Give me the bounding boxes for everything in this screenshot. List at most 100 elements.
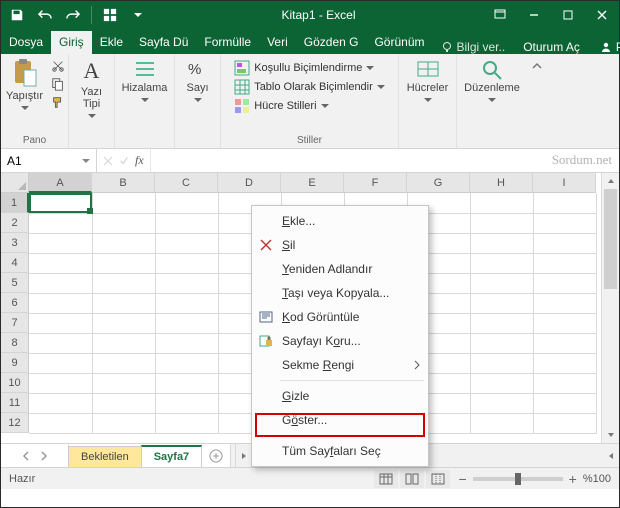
view-page-layout-icon[interactable]: [400, 470, 424, 488]
tab-view[interactable]: Görünüm: [366, 31, 432, 54]
select-all-corner[interactable]: [1, 173, 29, 193]
tab-review[interactable]: Gözden G: [296, 31, 367, 54]
cells-dropdown[interactable]: Hücreler: [404, 58, 452, 104]
tab-home[interactable]: Giriş: [51, 31, 92, 54]
row-header[interactable]: 9: [1, 353, 29, 373]
col-header[interactable]: D: [218, 173, 281, 193]
row-header[interactable]: 7: [1, 313, 29, 333]
sign-in-link[interactable]: Oturum Aç: [513, 40, 590, 54]
styles-group-label: Stiller: [227, 135, 392, 146]
tell-me[interactable]: Bilgi ver..: [433, 40, 514, 54]
minimize-button[interactable]: [517, 1, 551, 29]
tab-formulas[interactable]: Formülle: [196, 31, 259, 54]
format-as-table-button[interactable]: Tablo Olarak Biçimlendir: [234, 79, 385, 95]
save-icon[interactable]: [5, 3, 29, 27]
ctx-select-all-sheets[interactable]: Tüm Sayfaları Seç: [252, 439, 428, 463]
cell-styles-button[interactable]: Hücre Stilleri: [234, 98, 385, 114]
fx-icon[interactable]: fx: [135, 153, 144, 168]
row-header[interactable]: 5: [1, 273, 29, 293]
qat-customize-icon[interactable]: [126, 3, 150, 27]
delete-icon: [258, 237, 274, 253]
ctx-insert[interactable]: Ekle...: [252, 209, 428, 233]
ctx-hide[interactable]: Gizle: [252, 384, 428, 408]
ctx-tab-color[interactable]: Sekme Rengi: [252, 353, 428, 377]
scroll-down-icon[interactable]: [602, 427, 619, 443]
col-header[interactable]: H: [470, 173, 533, 193]
editing-dropdown[interactable]: Düzenleme: [462, 58, 522, 104]
row-header[interactable]: 3: [1, 233, 29, 253]
ctx-move-copy[interactable]: Taşı veya Kopyala...: [252, 281, 428, 305]
tab-insert[interactable]: Ekle: [92, 31, 131, 54]
tab-data[interactable]: Veri: [259, 31, 296, 54]
row-header[interactable]: 11: [1, 393, 29, 413]
paste-button[interactable]: Yapıştır: [4, 58, 46, 112]
view-normal-icon[interactable]: [374, 470, 398, 488]
view-page-break-icon[interactable]: [426, 470, 450, 488]
ribbon: Yapıştır Pano A Yazı Tipi Hizalama: [1, 54, 619, 149]
ribbon-options-icon[interactable]: [483, 1, 517, 29]
formula-input[interactable]: [151, 149, 619, 172]
row-header[interactable]: 8: [1, 333, 29, 353]
redo-button[interactable]: [61, 3, 85, 27]
conditional-format-button[interactable]: Koşullu Biçimlendirme: [234, 60, 385, 76]
ctx-move-copy-label: Taşı veya Kopyala...: [282, 286, 389, 300]
tab-file[interactable]: Dosya: [1, 31, 51, 54]
zoom-in-button[interactable]: +: [569, 471, 577, 487]
sheet-nav[interactable]: [1, 444, 69, 467]
chevron-down-icon: [21, 104, 29, 112]
col-header[interactable]: C: [155, 173, 218, 193]
cancel-formula-icon[interactable]: [103, 156, 113, 166]
undo-button[interactable]: [33, 3, 57, 27]
enter-formula-icon[interactable]: [119, 156, 129, 166]
scroll-right-icon[interactable]: [603, 452, 619, 460]
sheet-context-menu: Ekle... Sil Yeniden Adlandır Taşı veya K…: [251, 205, 429, 467]
col-header[interactable]: G: [407, 173, 470, 193]
row-header[interactable]: 12: [1, 413, 29, 433]
ctx-insert-label: Ekle...: [282, 214, 315, 228]
zoom-out-button[interactable]: −: [458, 471, 466, 487]
copy-icon[interactable]: [50, 76, 66, 92]
row-header[interactable]: 1: [1, 193, 29, 213]
ctx-unhide[interactable]: Göster...: [252, 408, 428, 432]
scroll-thumb[interactable]: [604, 189, 617, 289]
next-sheet-icon[interactable]: [40, 451, 48, 461]
ctx-protect-label: Sayfayı Koru...: [282, 334, 361, 348]
format-painter-icon[interactable]: [50, 94, 66, 110]
row-header[interactable]: 4: [1, 253, 29, 273]
row-header[interactable]: 2: [1, 213, 29, 233]
name-box[interactable]: A1: [1, 149, 97, 172]
chevron-down-icon: [488, 96, 496, 104]
maximize-button[interactable]: [551, 1, 585, 29]
cut-icon[interactable]: [50, 58, 66, 74]
ribbon-collapse-button[interactable]: [527, 54, 547, 148]
col-header[interactable]: B: [92, 173, 155, 193]
share-button[interactable]: Paylaş: [590, 40, 620, 54]
number-dropdown[interactable]: % Sayı: [179, 58, 217, 104]
prev-sheet-icon[interactable]: [22, 451, 30, 461]
row-header[interactable]: 10: [1, 373, 29, 393]
clipboard-group-label: Pano: [7, 135, 62, 146]
scroll-up-icon[interactable]: [602, 173, 619, 189]
row-header[interactable]: 6: [1, 293, 29, 313]
col-header[interactable]: E: [281, 173, 344, 193]
close-button[interactable]: [585, 1, 619, 29]
alignment-dropdown[interactable]: Hizalama: [120, 58, 170, 104]
ctx-delete[interactable]: Sil: [252, 233, 428, 257]
sheet-tab-active[interactable]: Sayfa7: [141, 445, 202, 467]
zoom-slider[interactable]: [473, 477, 563, 481]
col-header[interactable]: I: [533, 173, 596, 193]
ctx-view-code[interactable]: Kod Görüntüle: [252, 305, 428, 329]
ctx-protect-sheet[interactable]: Sayfayı Koru...: [252, 329, 428, 353]
zoom-value[interactable]: %100: [583, 473, 611, 485]
scroll-left-icon[interactable]: [236, 452, 252, 460]
ctx-rename[interactable]: Yeniden Adlandır: [252, 257, 428, 281]
col-header[interactable]: F: [344, 173, 407, 193]
font-dropdown[interactable]: A Yazı Tipi: [73, 58, 111, 120]
vertical-scrollbar[interactable]: [601, 173, 619, 443]
group-editing: Düzenleme: [457, 54, 527, 148]
col-header[interactable]: A: [29, 173, 92, 193]
new-sheet-button[interactable]: [202, 444, 230, 467]
tab-page-layout[interactable]: Sayfa Dü: [131, 31, 196, 54]
sheet-tab-pending[interactable]: Bekletilen: [68, 446, 142, 467]
touch-mode-icon[interactable]: [98, 3, 122, 27]
